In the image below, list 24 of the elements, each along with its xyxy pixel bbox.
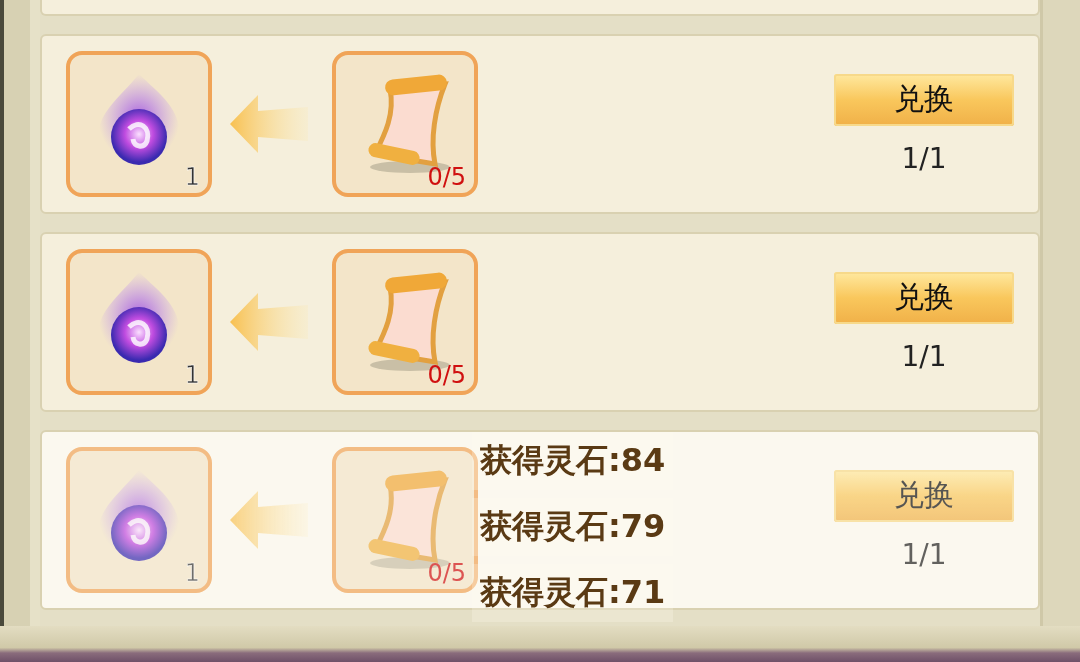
cost-slot[interactable]: 0/5 <box>332 249 478 395</box>
arrow-left-icon <box>230 291 308 353</box>
cost-slot[interactable]: 0/5 <box>332 51 478 197</box>
exchange-button[interactable]: 兑换 <box>834 271 1014 324</box>
reward-message: 获得灵石:84 <box>480 440 666 481</box>
reward-slot[interactable]: 1 <box>66 447 212 593</box>
item-count: 1 <box>184 163 200 191</box>
cost-count: 0/5 <box>427 361 466 389</box>
reward-slot[interactable]: 1 <box>66 249 212 395</box>
exchange-button[interactable]: 兑换 <box>834 469 1014 522</box>
exchange-limit: 1/1 <box>901 537 947 571</box>
arrow-left-icon <box>230 93 308 155</box>
reward-slot[interactable]: 1 <box>66 51 212 197</box>
cost-slot[interactable]: 0/5 <box>332 447 478 593</box>
cost-count: 0/5 <box>427 163 466 191</box>
item-count: 1 <box>184 559 200 587</box>
reward-message: 获得灵石:71 <box>480 572 666 613</box>
exchange-button[interactable]: 兑换 <box>834 73 1014 126</box>
exchange-limit: 1/1 <box>901 339 947 373</box>
exchange-limit: 1/1 <box>901 141 947 175</box>
item-count: 1 <box>184 361 200 389</box>
reward-message: 获得灵石:79 <box>480 506 666 547</box>
cost-count: 0/5 <box>427 559 466 587</box>
arrow-left-icon <box>230 489 308 551</box>
